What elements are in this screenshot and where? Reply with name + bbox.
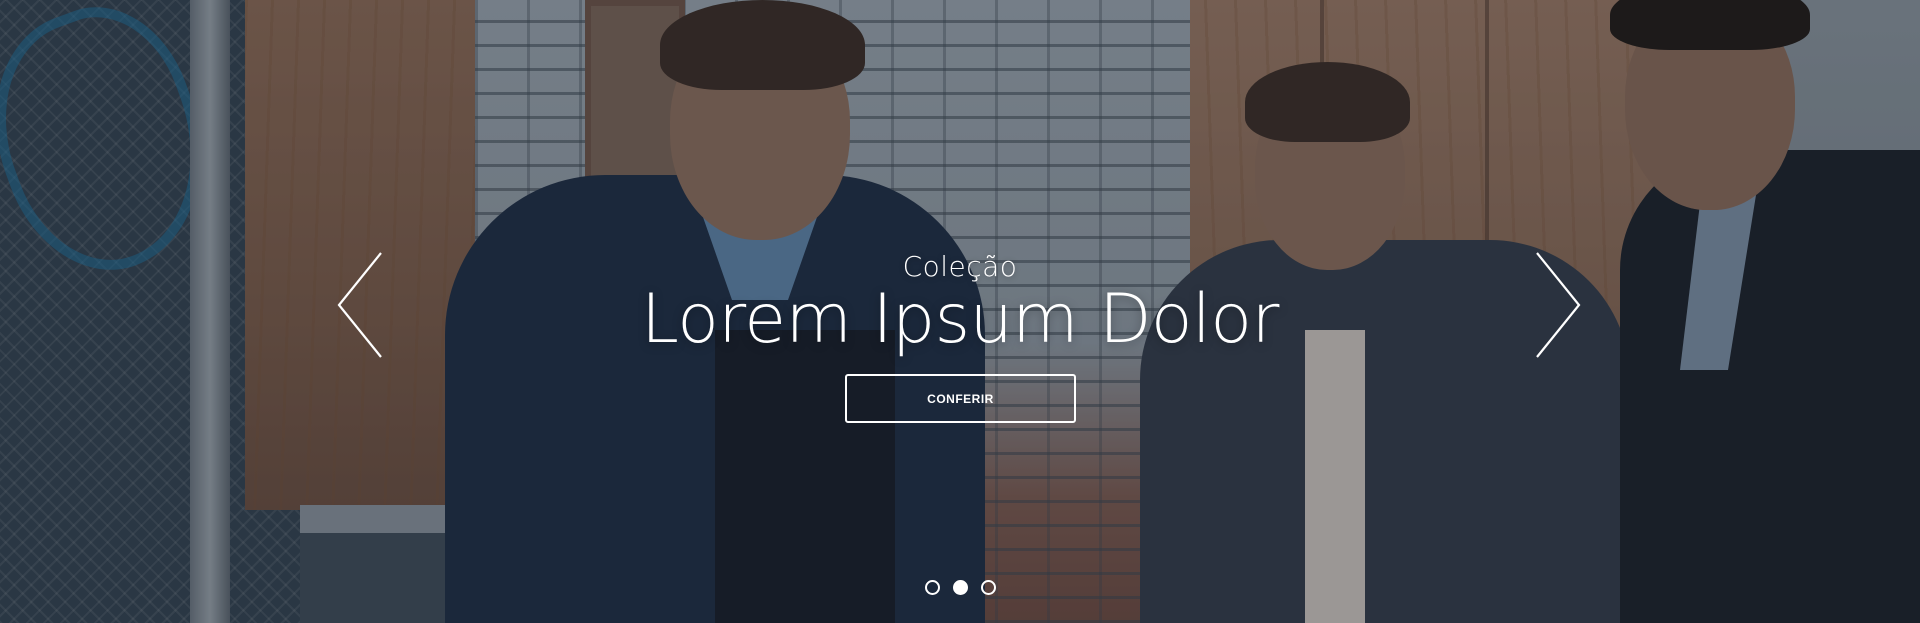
chevron-left-icon bbox=[337, 251, 383, 364]
slide-subtitle: Coleção bbox=[902, 250, 1018, 283]
previous-slide-button[interactable] bbox=[330, 251, 390, 364]
hero-carousel: Coleção Lorem Ipsum Dolor CONFERIR bbox=[0, 0, 1920, 623]
chevron-right-icon bbox=[1535, 251, 1581, 364]
slide-caption: Coleção Lorem Ipsum Dolor bbox=[0, 250, 1920, 358]
slide-dot-2[interactable] bbox=[952, 580, 968, 595]
conferir-button[interactable]: CONFERIR bbox=[845, 374, 1076, 423]
slide-dot-1[interactable] bbox=[924, 580, 940, 595]
slide-dot-3[interactable] bbox=[980, 580, 996, 595]
slide-title: Lorem Ipsum Dolor bbox=[641, 280, 1279, 359]
slide-indicators bbox=[0, 580, 1920, 595]
next-slide-button[interactable] bbox=[1528, 251, 1588, 364]
